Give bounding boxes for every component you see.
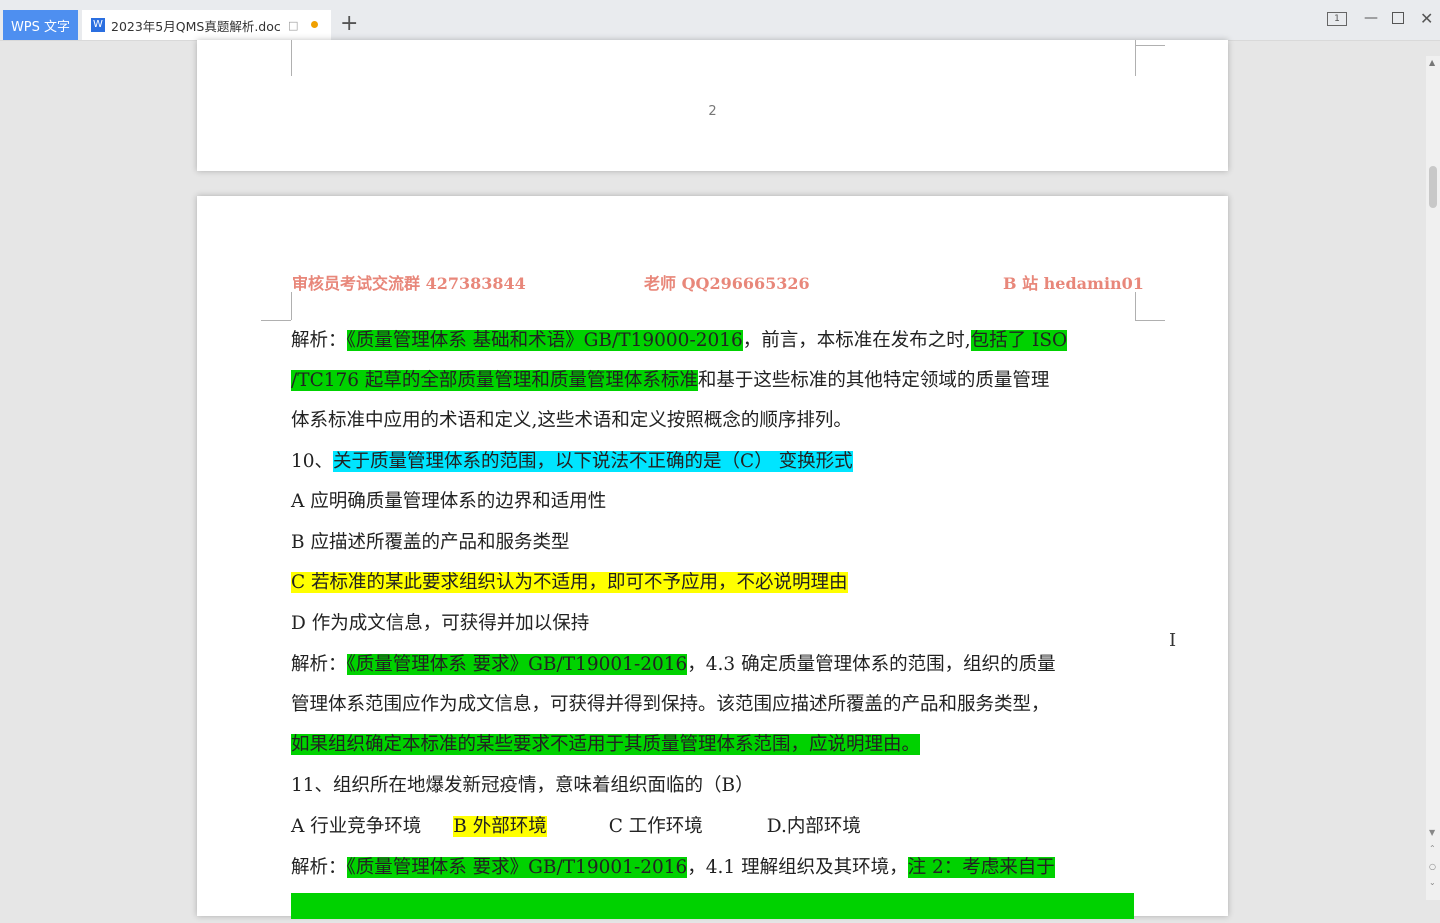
question-11-options: A 行业竞争环境 B 外部环境 C 工作环境 D.内部环境 xyxy=(291,810,861,844)
text-run: 和基于这些标准的其他特定领域的质量管理 xyxy=(697,370,1050,391)
paragraph-line: /TC176 起草的全部质量管理和质量管理体系标准和基于这些标准的其他特定领域的… xyxy=(291,364,1049,398)
text-run: 解析： xyxy=(291,330,347,351)
highlight-green: 如果组织确定本标准的某些要求不适用于其质量管理体系范围，应说明理由。 xyxy=(291,734,921,755)
highlight-yellow: B 外部环境 xyxy=(453,816,547,837)
highlight-green: 《质量管理体系 要求》GB/T19001-2016 xyxy=(346,654,688,675)
next-page-icon[interactable]: ⌄ xyxy=(1429,878,1436,887)
option-c: C 若标准的某此要求组织认为不适用，即可不予应用，不必说明理由 xyxy=(291,566,848,600)
page-corner-mark xyxy=(1135,292,1136,320)
word-doc-icon: W xyxy=(91,18,105,32)
option-a: A 应明确质量管理体系的边界和适用性 xyxy=(291,491,607,512)
text-cursor-icon: I xyxy=(1169,630,1177,651)
page-corner-mark xyxy=(1135,45,1165,46)
close-icon[interactable]: ✕ xyxy=(1420,9,1433,28)
highlight-green: 包括了 ISO xyxy=(970,330,1068,351)
option-c: C 工作环境 xyxy=(608,816,703,837)
option-b: B 应描述所覆盖的产品和服务类型 xyxy=(291,532,570,553)
answer-11-line1: 解析：《质量管理体系 要求》GB/T19001-2016，4.1 理解组织及其环… xyxy=(291,851,1055,885)
answer-10-line1: 解析：《质量管理体系 要求》GB/T19001-2016，4.3 确定质量管理体… xyxy=(291,648,1056,682)
header-right: B 站 hedamin01 xyxy=(1003,274,1144,293)
text-run: ，4.3 确定质量管理体系的范围，组织的质量 xyxy=(687,654,1056,675)
document-page[interactable]: 审核员考试交流群 427383844 老师 QQ296665326 B 站 he… xyxy=(197,196,1228,919)
layout-icon[interactable]: 1 xyxy=(1327,12,1347,26)
page-corner-mark xyxy=(291,40,292,76)
highlight-green xyxy=(291,893,1134,919)
scroll-thumb[interactable] xyxy=(1429,166,1437,208)
vertical-scrollbar[interactable]: ▲ ▼ ⌃ ○ ⌄ xyxy=(1426,56,1440,900)
scroll-up-icon[interactable]: ▲ xyxy=(1429,58,1435,67)
text-run: ，4.1 理解组织及其环境， xyxy=(687,857,908,878)
page-corner-mark xyxy=(1135,320,1165,321)
highlight-green: 《质量管理体系 基础和术语》GB/T19000-2016 xyxy=(346,330,743,351)
page-corner-mark xyxy=(291,292,292,320)
option-d: D 作为成文信息，可获得并加以保持 xyxy=(291,613,590,634)
highlight-green: /TC176 起草的全部质量管理和质量管理体系标准 xyxy=(291,370,698,391)
paragraph-line: 解析：《质量管理体系 基础和术语》GB/T19000-2016，前言，本标准在发… xyxy=(291,324,1068,358)
paragraph-line: 体系标准中应用的术语和定义,这些术语和定义按照概念的顺序排列。 xyxy=(291,410,852,431)
title-bar: WPS 文字 W 2023年5月QMS真题解析.doc □ + 1 — ✕ xyxy=(0,0,1440,41)
page-corner-mark xyxy=(261,320,291,321)
unsaved-dot-icon xyxy=(311,21,318,28)
prev-page-icon[interactable]: ⌃ xyxy=(1429,844,1436,853)
page-number: 2 xyxy=(708,104,717,119)
answer-10-line3: 如果组织确定本标准的某些要求不适用于其质量管理体系范围，应说明理由。 xyxy=(291,728,921,762)
answer-11-line2 xyxy=(291,889,1134,923)
highlight-green: 《质量管理体系 要求》GB/T19001-2016 xyxy=(346,857,688,878)
wps-app-button[interactable]: WPS 文字 xyxy=(3,10,78,40)
text-run: ，前言，本标准在发布之时, xyxy=(742,330,971,351)
option-a: A 行业竞争环境 xyxy=(291,816,422,837)
question-number: 10、 xyxy=(291,451,334,472)
tab-title: 2023年5月QMS真题解析.doc xyxy=(111,18,281,34)
select-browse-icon[interactable]: ○ xyxy=(1429,862,1436,871)
option-d: D.内部环境 xyxy=(766,816,861,837)
answer-10-line2: 管理体系范围应作为成文信息，可获得并得到保持。该范围应描述所覆盖的产品和服务类型… xyxy=(291,694,1050,715)
header-center: 老师 QQ296665326 xyxy=(644,274,810,293)
header-left: 审核员考试交流群 427383844 xyxy=(292,274,526,293)
highlight-yellow: C 若标准的某此要求组织认为不适用，即可不予应用，不必说明理由 xyxy=(291,572,848,593)
text-run: 解析： xyxy=(291,857,347,878)
tab-document[interactable]: W 2023年5月QMS真题解析.doc □ xyxy=(82,10,331,40)
maximize-icon[interactable] xyxy=(1392,12,1404,24)
question-11: 11、组织所在地爆发新冠疫情，意味着组织面临的（B） xyxy=(291,775,754,796)
highlight-cyan: 关于质量管理体系的范围，以下说法不正确的是（C） 变换形式 xyxy=(333,451,853,472)
text-run: 解析： xyxy=(291,654,347,675)
new-tab-button[interactable]: + xyxy=(340,12,358,36)
scroll-down-icon[interactable]: ▼ xyxy=(1429,828,1435,837)
question-10: 10、关于质量管理体系的范围，以下说法不正确的是（C） 变换形式 xyxy=(291,445,853,479)
monitor-icon[interactable]: □ xyxy=(288,19,298,32)
minimize-icon[interactable]: — xyxy=(1364,10,1378,26)
highlight-green: 注 2：考虑来自于 xyxy=(907,857,1055,878)
document-page-previous: 2 xyxy=(197,40,1228,171)
